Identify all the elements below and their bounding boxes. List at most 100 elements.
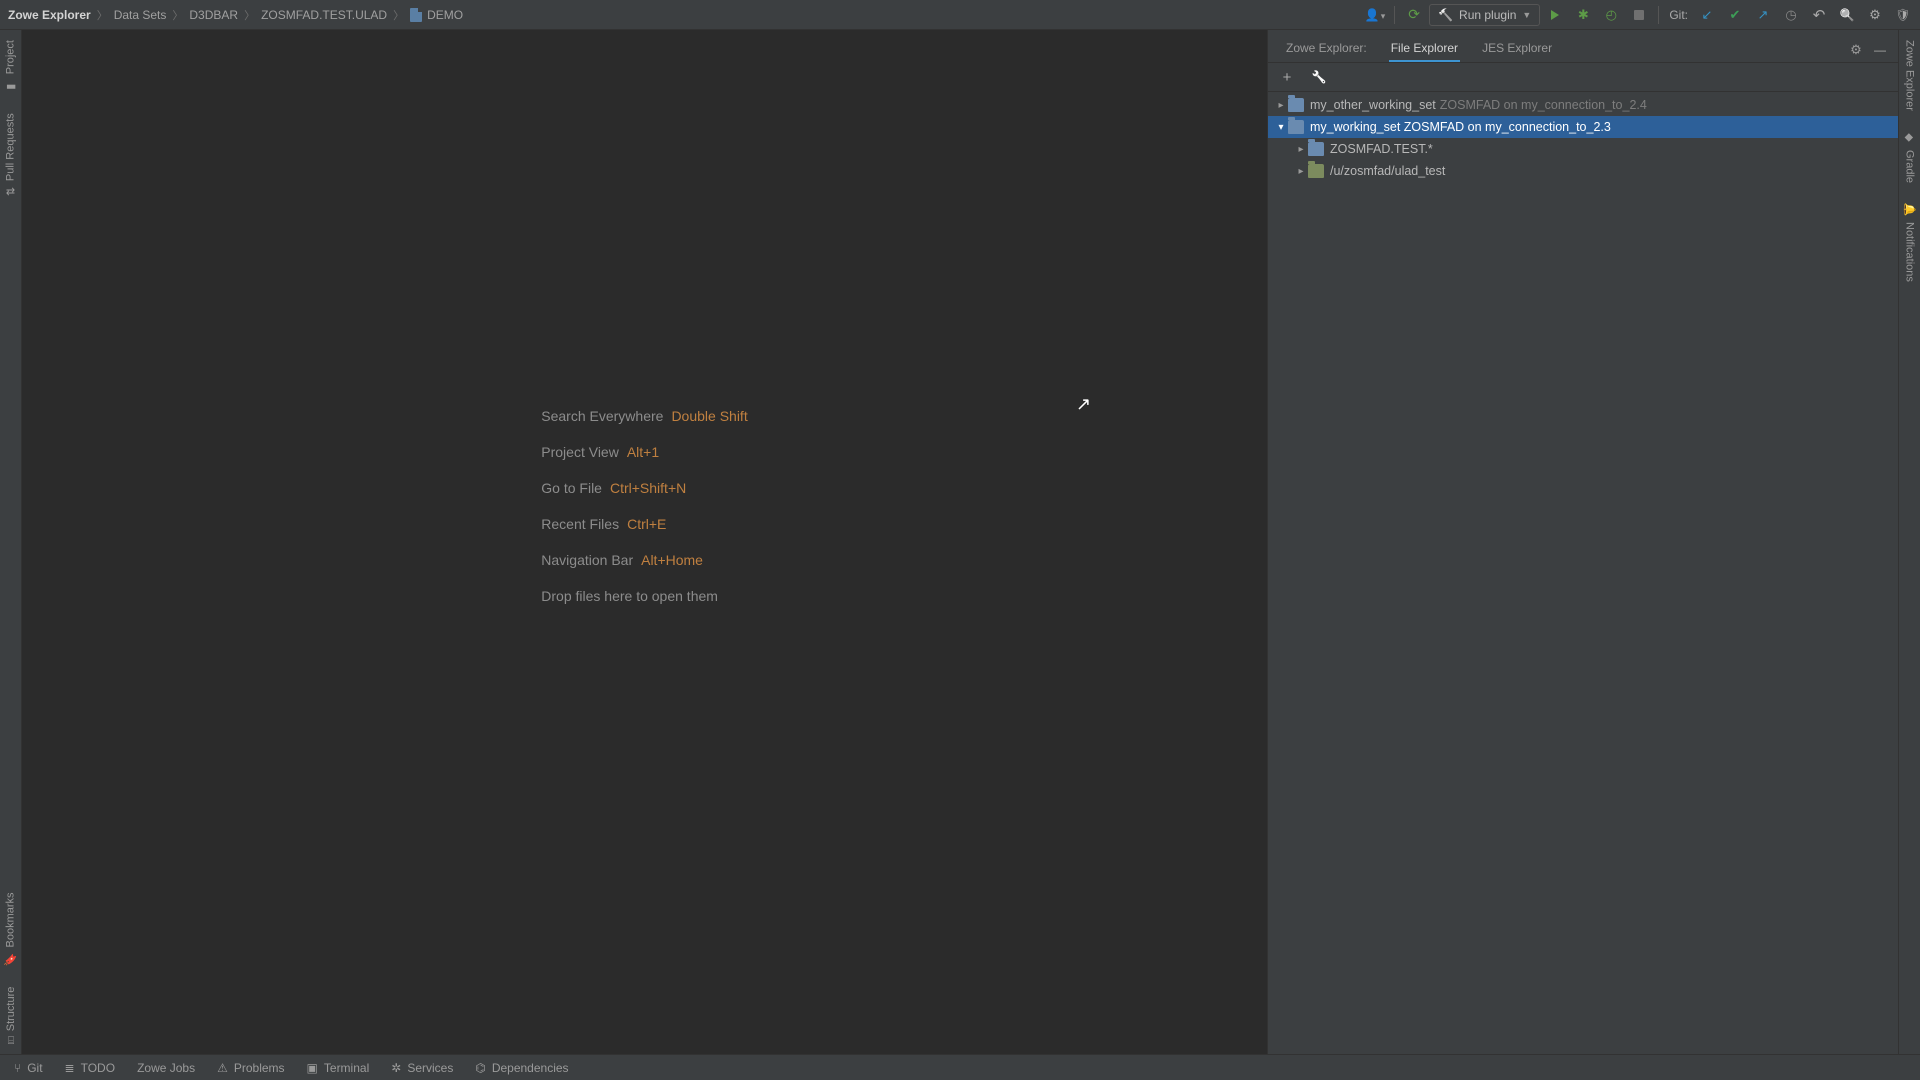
chevron-right-icon: 〉 [93, 7, 112, 23]
hint-project-key: Alt+1 [627, 444, 659, 460]
chevron-right-icon: 〉 [389, 7, 408, 23]
editor-area[interactable]: Search Everywhere Double Shift Project V… [22, 30, 1267, 1054]
code-with-me-button[interactable] [1890, 2, 1916, 28]
tree-node[interactable]: ▸ ZOSMFAD.TEST.* [1268, 138, 1898, 160]
hint-gotofile: Go to File Ctrl+Shift+N [541, 480, 747, 496]
pull-request-icon: ⇄ [6, 185, 15, 198]
file-icon [410, 8, 422, 22]
settings-button[interactable] [1862, 2, 1888, 28]
tab-structure[interactable]: ⌸ Structure [5, 977, 17, 1054]
file-explorer-panel: Zowe Explorer: File Explorer JES Explore… [1267, 30, 1898, 1054]
vcs-commit-button[interactable] [1722, 2, 1748, 28]
add-button[interactable] [1276, 66, 1298, 88]
tab-bookmarks-label: Bookmarks [5, 892, 17, 947]
structure-icon: ⌸ [7, 1035, 14, 1047]
stop-button[interactable] [1626, 2, 1652, 28]
check-icon [1730, 7, 1741, 23]
services-icon [391, 1061, 401, 1075]
bottom-zowe-jobs-label: Zowe Jobs [137, 1061, 195, 1075]
gear-icon [1850, 42, 1862, 58]
git-text: Git: [1669, 8, 1688, 22]
bottom-problems[interactable]: Problems [207, 1056, 294, 1080]
folder-icon [1308, 142, 1324, 156]
sync-button[interactable] [1401, 2, 1427, 28]
breadcrumb-file[interactable]: DEMO [408, 8, 465, 22]
run-button[interactable] [1542, 2, 1568, 28]
update-icon [1702, 7, 1713, 23]
chevron-right-icon[interactable]: ▸ [1294, 166, 1308, 177]
hint-search-label: Search Everywhere [541, 408, 663, 424]
bottom-git-label: Git [27, 1061, 42, 1075]
vcs-update-button[interactable] [1694, 2, 1720, 28]
coverage-icon [1606, 7, 1617, 23]
chevron-down-icon[interactable]: ▾ [1274, 122, 1288, 133]
shield-icon [1895, 8, 1910, 22]
left-tool-strip: ▮ Project ⇄ Pull Requests 🔖 Bookmarks ⌸ … [0, 30, 22, 1054]
play-icon [1551, 10, 1559, 20]
bottom-terminal[interactable]: Terminal [297, 1056, 380, 1080]
hint-drop: Drop files here to open them [541, 588, 747, 604]
gear-icon [1869, 7, 1881, 23]
tree-node[interactable]: ▸/u/zosmfad/ulad_test [1268, 160, 1898, 182]
top-bar: Zowe Explorer 〉 Data Sets 〉 D3DBAR 〉 ZOS… [0, 0, 1920, 30]
configure-button[interactable] [1308, 66, 1330, 88]
hint-search: Search Everywhere Double Shift [541, 408, 747, 424]
panel-settings-button[interactable] [1844, 38, 1868, 62]
tree-node[interactable]: ▾my_working_set ZOSMFAD on my_connection… [1268, 116, 1898, 138]
tab-pull-requests[interactable]: ⇄ Pull Requests [4, 103, 17, 206]
bottom-zowe-jobs[interactable]: Zowe Jobs [127, 1056, 205, 1080]
run-config-selector[interactable]: Run plugin ▼ [1429, 4, 1540, 26]
bottom-git[interactable]: Git [4, 1056, 53, 1080]
undo-icon [1813, 6, 1826, 24]
search-icon [1840, 8, 1855, 22]
chevron-down-icon: ▼ [1522, 10, 1531, 20]
breadcrumb-item-dataset[interactable]: ZOSMFAD.TEST.ULAD [259, 8, 389, 22]
account-button[interactable] [1362, 2, 1388, 28]
bottom-services[interactable]: Services [381, 1056, 463, 1080]
tab-zowe-explorer-right-label: Zowe Explorer [1904, 40, 1916, 111]
bottom-todo[interactable]: TODO [55, 1056, 126, 1080]
tab-file-explorer[interactable]: File Explorer [1379, 35, 1470, 62]
vcs-history-button[interactable] [1778, 2, 1804, 28]
tab-bookmarks[interactable]: 🔖 Bookmarks [4, 882, 17, 976]
user-icon [1365, 8, 1385, 22]
workarea: ▮ Project ⇄ Pull Requests 🔖 Bookmarks ⌸ … [0, 30, 1920, 1054]
breadcrumb-root[interactable]: Zowe Explorer [6, 8, 93, 22]
tab-zowe-explorer-right[interactable]: Zowe Explorer [1904, 30, 1916, 121]
coverage-button[interactable] [1598, 2, 1624, 28]
tree-node[interactable]: ▸my_other_working_set ZOSMFAD on my_conn… [1268, 94, 1898, 116]
separator [1658, 6, 1659, 24]
bottom-todo-label: TODO [81, 1061, 115, 1075]
bug-icon [1578, 7, 1589, 23]
breadcrumb-item-datasets[interactable]: Data Sets [112, 8, 169, 22]
panel-toolbar [1268, 62, 1898, 92]
tab-zowe-explorer[interactable]: Zowe Explorer: [1274, 35, 1379, 62]
breadcrumb: Zowe Explorer 〉 Data Sets 〉 D3DBAR 〉 ZOS… [0, 7, 465, 23]
bottom-dependencies[interactable]: Dependencies [465, 1056, 578, 1080]
tab-project[interactable]: ▮ Project [4, 30, 17, 103]
folder-icon: ▮ [4, 80, 17, 93]
tab-structure-label: Structure [5, 987, 17, 1032]
tree-node-label: ZOSMFAD.TEST.* [1330, 142, 1433, 156]
vcs-push-button[interactable] [1750, 2, 1776, 28]
chevron-right-icon[interactable]: ▸ [1274, 100, 1288, 111]
hint-drop-label: Drop files here to open them [541, 588, 718, 604]
tab-gradle[interactable]: ◆ Gradle [1903, 121, 1916, 193]
tab-jes-explorer[interactable]: JES Explorer [1470, 35, 1564, 62]
debug-button[interactable] [1570, 2, 1596, 28]
tab-project-label: Project [5, 40, 17, 74]
tab-notifications-label: Notifications [1904, 222, 1916, 282]
tab-notifications[interactable]: 🔔 Notifications [1903, 193, 1916, 292]
tree[interactable]: ▸my_other_working_set ZOSMFAD on my_conn… [1268, 92, 1898, 1054]
terminal-icon [307, 1061, 318, 1075]
bottom-services-label: Services [407, 1061, 453, 1075]
search-everywhere-button[interactable] [1834, 2, 1860, 28]
chevron-right-icon: 〉 [240, 7, 259, 23]
chevron-right-icon[interactable]: ▸ [1294, 144, 1308, 155]
hint-recent-label: Recent Files [541, 516, 619, 532]
breadcrumb-item-d3dbar[interactable]: D3DBAR [187, 8, 240, 22]
warning-icon [217, 1061, 228, 1075]
panel-hide-button[interactable] [1868, 38, 1892, 62]
tab-gradle-label: Gradle [1904, 150, 1916, 183]
vcs-rollback-button[interactable] [1806, 2, 1832, 28]
